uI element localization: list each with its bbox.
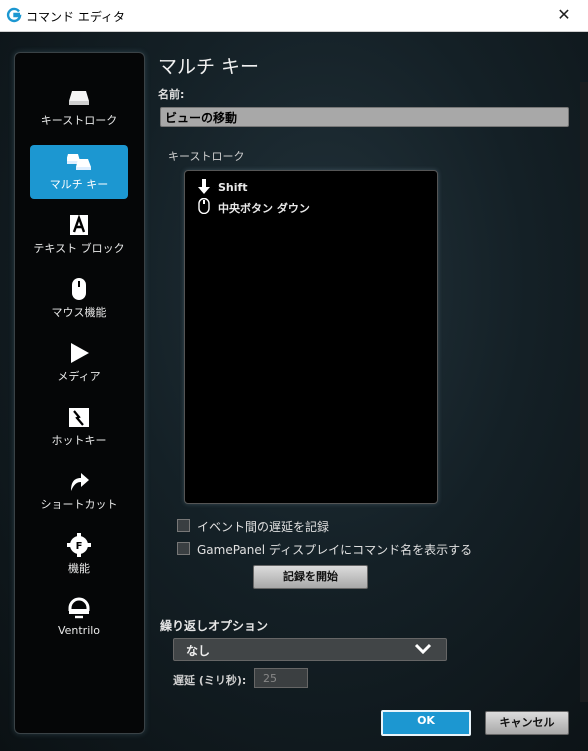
window-title: コマンド エディタ [26,10,125,24]
ok-button[interactable]: OK [381,710,471,736]
name-field[interactable]: ビューの移動 [160,107,569,127]
sidebar-item-label: ホットキー [51,434,107,447]
keystroke-text: Shift [218,181,248,194]
sidebar-item-label: マルチ キー [49,178,109,191]
sidebar-item-function[interactable]: F 機能 [30,529,128,583]
keystroke-list-label: キーストローク [168,150,245,163]
close-button[interactable]: ✕ [551,3,577,27]
checkbox-box[interactable] [177,542,190,555]
name-label: 名前: [158,88,185,101]
delay-label: 遅延 (ミリ秒): [173,674,247,687]
sidebar-item-shortcut[interactable]: ショートカット [30,465,128,519]
sidebar-item-label: マウス機能 [51,306,107,319]
shortcut-arrow-icon [71,473,89,491]
headset-icon [68,597,90,619]
svg-text:F: F [76,541,83,552]
text-block-icon [70,214,88,235]
chevron-down-icon [414,643,432,655]
gear-f-icon: F [67,533,91,557]
sidebar-item-label: 機能 [68,562,90,575]
checkbox-label: GamePanel ディスプレイにコマンド名を表示する [197,543,473,557]
start-recording-button[interactable]: 記録を開始 [253,565,368,589]
sidebar-item-media[interactable]: メディア [30,337,128,391]
hotkey-icon [69,408,89,427]
keystroke-list[interactable]: Shift 中央ボタン ダウン [184,170,438,504]
checkbox-box[interactable] [177,519,190,532]
window-edge [580,82,588,702]
repeat-select[interactable]: なし [173,638,447,661]
play-icon [71,343,89,363]
mouse-button-icon [198,198,210,214]
sidebar-item-label: テキスト ブロック [33,242,125,255]
repeat-options-label: 繰り返しオプション [160,619,269,633]
sidebar-item-multikey[interactable]: マルチ キー [30,145,128,199]
key-down-arrow-icon [198,179,210,194]
delay-field[interactable]: 25 [254,668,308,688]
keystroke-icon [69,91,89,105]
sidebar-item-label: メディア [57,370,101,383]
repeat-selected-value: なし [186,644,211,658]
page-title: マルチ キー [158,56,260,78]
sidebar-item-keystroke[interactable]: キーストローク [30,81,128,135]
sidebar-item-mouse[interactable]: マウス機能 [30,273,128,327]
command-type-sidebar: キーストローク マルチ キー テキスト ブロック マウス機能 メディア ホットキ… [14,52,145,734]
sidebar-item-hotkey[interactable]: ホットキー [30,401,128,455]
checkbox-label: イベント間の遅延を記録 [197,520,330,534]
keystroke-text: 中央ボタン ダウン [218,202,310,215]
sidebar-item-ventrilo[interactable]: Ventrilo [30,593,128,647]
multikey-icon [67,154,91,170]
logitech-g-logo-icon [6,7,22,23]
sidebar-item-text-block[interactable]: テキスト ブロック [30,209,128,263]
title-bar: コマンド エディタ ✕ [0,0,588,32]
cancel-button[interactable]: キャンセル [485,711,569,735]
sidebar-item-label: Ventrilo [57,624,101,637]
sidebar-item-label: ショートカット [40,498,118,511]
sidebar-item-label: キーストローク [40,114,118,127]
mouse-icon [72,278,86,300]
